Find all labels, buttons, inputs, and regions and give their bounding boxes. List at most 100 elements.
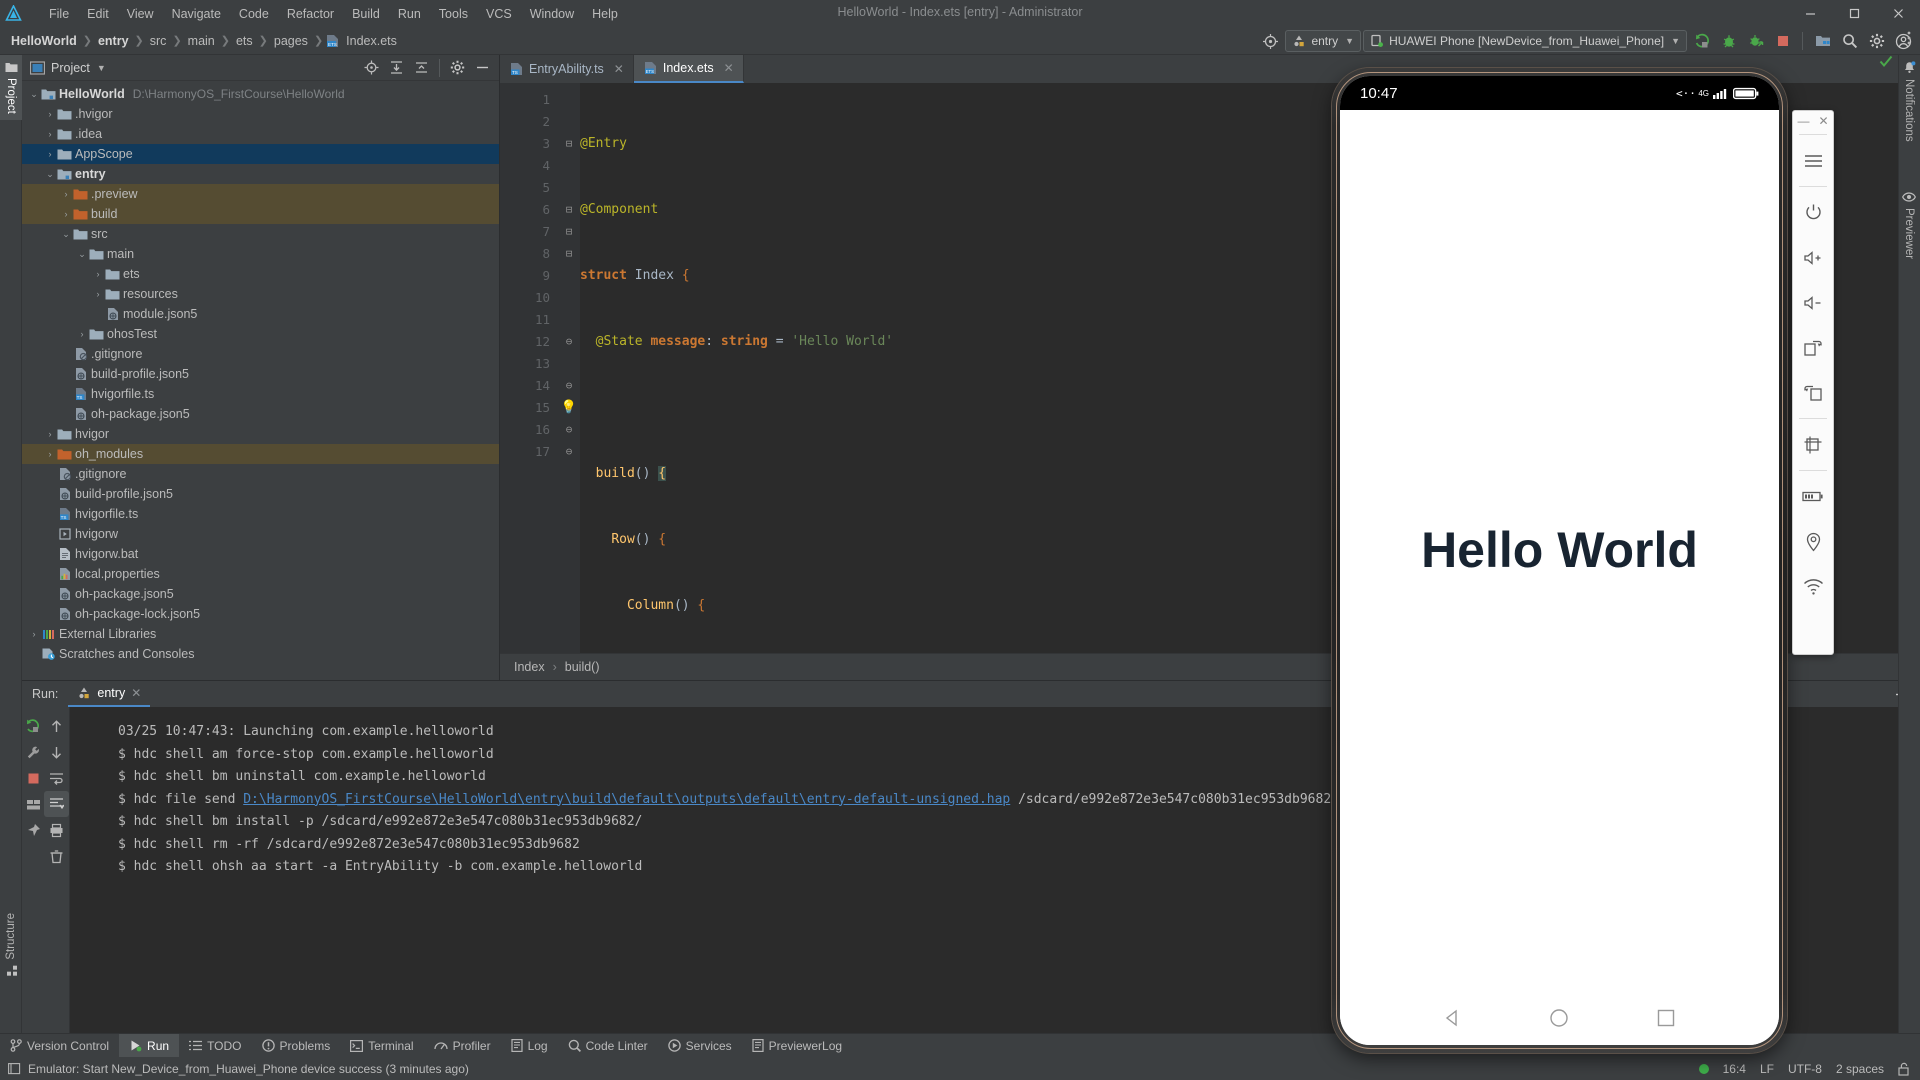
chevron-toggle-icon[interactable]: › — [76, 329, 88, 339]
close-icon[interactable]: ✕ — [614, 62, 624, 76]
hide-icon[interactable] — [470, 56, 495, 80]
close-button[interactable] — [1876, 0, 1920, 27]
chevron-toggle-icon[interactable]: ⌄ — [60, 229, 72, 240]
chevron-toggle-icon[interactable]: › — [44, 149, 56, 159]
battery-icon[interactable] — [1792, 474, 1834, 519]
sidebar-item-project[interactable]: Project — [0, 55, 22, 120]
search-icon[interactable] — [1837, 29, 1862, 53]
gear-icon[interactable] — [445, 56, 470, 80]
status-indicators[interactable]: 16:4 LF UTF-8 2 spaces — [1698, 1062, 1910, 1076]
tree-row-build[interactable]: › build — [22, 204, 499, 224]
attach-debugger-icon[interactable] — [1743, 29, 1768, 53]
tree-row-ets[interactable]: › ets — [22, 264, 499, 284]
tab-index-ets[interactable]: ETS Index.ets ✕ — [633, 55, 744, 83]
scroll-to-end-icon[interactable] — [44, 791, 69, 817]
editor-breadcrumb-index[interactable]: Index — [514, 660, 545, 674]
stop-icon[interactable] — [1770, 29, 1795, 53]
device-selector[interactable]: HUAWEI Phone [NewDevice_from_Huawei_Phon… — [1363, 30, 1687, 52]
tool-window-run[interactable]: Run — [119, 1033, 180, 1058]
tree-row-appscope[interactable]: › AppScope — [22, 144, 499, 164]
soft-wrap-icon[interactable] — [44, 765, 69, 791]
tab-entryability-ts[interactable]: TS EntryAbility.ts ✕ — [500, 55, 634, 83]
screenshot-icon[interactable] — [1792, 422, 1834, 467]
collapse-all-icon[interactable] — [409, 56, 434, 80]
chevron-toggle-icon[interactable]: › — [44, 129, 56, 139]
trash-icon[interactable] — [44, 843, 69, 869]
target-icon[interactable] — [1258, 29, 1283, 53]
tree-row-hvigorfile-ts[interactable]: TS hvigorfile.ts — [22, 384, 499, 404]
tree-row-helloworld[interactable]: ⌄ HelloWorld D:\HarmonyOS_FirstCourse\Hell… — [22, 84, 499, 104]
scroll-down-icon[interactable] — [44, 739, 69, 765]
status-message-area[interactable]: Emulator: Start New_Device_from_Huawei_P… — [8, 1062, 469, 1076]
rerun-icon[interactable] — [22, 713, 44, 739]
menu-window[interactable]: Window — [521, 4, 583, 24]
tree-row-local-properties[interactable]: local.properties — [22, 564, 499, 584]
menu-icon[interactable] — [1792, 138, 1834, 183]
fold-marker-end-column[interactable]: ⊖ — [558, 331, 580, 353]
recents-icon[interactable] — [1655, 1007, 1677, 1029]
tree-row-hvigorfile-ts[interactable]: TS hvigorfile.ts — [22, 504, 499, 524]
tool-window-profiler[interactable]: Profiler — [424, 1034, 501, 1058]
sidebar-item-notifications[interactable]: Notifications — [1898, 55, 1920, 148]
chevron-toggle-icon[interactable]: › — [92, 269, 104, 279]
menu-file[interactable]: File — [40, 4, 78, 24]
chevron-toggle-icon[interactable]: › — [28, 629, 40, 639]
more-options-icon[interactable] — [1898, 27, 1920, 49]
stop-icon[interactable] — [22, 765, 44, 791]
chevron-toggle-icon[interactable]: › — [44, 449, 56, 459]
chevron-toggle-icon[interactable]: › — [44, 429, 56, 439]
chevron-toggle-icon[interactable]: › — [92, 289, 104, 299]
phone-nav-bar[interactable] — [1340, 990, 1779, 1045]
rotate-right-icon[interactable] — [1792, 325, 1834, 370]
expand-all-icon[interactable] — [384, 56, 409, 80]
tree-row--preview[interactable]: › .preview — [22, 184, 499, 204]
breadcrumb-main[interactable]: main — [185, 33, 218, 49]
rotate-left-icon[interactable] — [1792, 370, 1834, 415]
intention-bulb-icon[interactable]: 💡 — [558, 397, 580, 419]
menu-tools[interactable]: Tools — [430, 4, 477, 24]
minimize-button[interactable] — [1788, 0, 1832, 27]
tree-row-ohostest[interactable]: › ohosTest — [22, 324, 499, 344]
unlocked-icon[interactable] — [1898, 1062, 1910, 1076]
tree-row-hvigorw-bat[interactable]: hvigorw.bat — [22, 544, 499, 564]
tree-row-entry[interactable]: ⌄ entry — [22, 164, 499, 184]
tree-row-build-profile-json5[interactable]: build-profile.json5 — [22, 484, 499, 504]
menu-code[interactable]: Code — [230, 4, 278, 24]
menu-vcs[interactable]: VCS — [477, 4, 521, 24]
run-tab-entry[interactable]: entry ✕ — [68, 681, 151, 707]
tree-row-oh-package-json5[interactable]: oh-package.json5 — [22, 584, 499, 604]
power-icon[interactable] — [1792, 190, 1834, 235]
tool-window-problems[interactable]: Problems — [252, 1034, 341, 1058]
sidebar-item-structure[interactable]: Structure — [0, 907, 22, 983]
caret-position[interactable]: 16:4 — [1723, 1062, 1746, 1076]
tree-row-hvigorw[interactable]: hvigorw — [22, 524, 499, 544]
fold-marker-end-row[interactable]: ⊖ — [558, 375, 580, 397]
locate-icon[interactable] — [359, 56, 384, 80]
tree-row-oh-modules[interactable]: › oh_modules — [22, 444, 499, 464]
editor-breadcrumb-build[interactable]: build() — [565, 660, 600, 674]
settings-wrench-icon[interactable] — [22, 739, 44, 765]
console-link[interactable]: D:\HarmonyOS_FirstCourse\HelloWorld\entr… — [243, 792, 1010, 807]
breadcrumb-src[interactable]: src — [147, 33, 170, 49]
chevron-toggle-icon[interactable]: › — [44, 109, 56, 119]
tool-window-log[interactable]: Log — [501, 1034, 558, 1058]
tool-window-services[interactable]: Services — [658, 1034, 742, 1058]
project-tree[interactable]: ⌄ HelloWorld D:\HarmonyOS_FirstCourse\Hell… — [22, 81, 499, 679]
gear-icon[interactable] — [1864, 29, 1889, 53]
breadcrumb[interactable]: HelloWorld ❯ entry ❯ src ❯ main ❯ ets ❯ … — [8, 33, 400, 49]
chevron-down-icon[interactable]: ▼ — [97, 63, 106, 73]
tree-row-scratches-and-consoles[interactable]: Scratches and Consoles — [22, 644, 499, 664]
tree-row-hvigor[interactable]: › hvigor — [22, 424, 499, 444]
breadcrumb-pages[interactable]: pages — [271, 33, 311, 49]
breadcrumb-entry[interactable]: entry — [95, 33, 132, 49]
window-controls[interactable] — [1788, 0, 1920, 27]
fold-marker-row[interactable]: ⊟ — [558, 221, 580, 243]
tree-row-oh-package-json5[interactable]: oh-package.json5 — [22, 404, 499, 424]
print-icon[interactable] — [44, 817, 69, 843]
tree-row-module-json5[interactable]: module.json5 — [22, 304, 499, 324]
tree-row-external-libraries[interactable]: › External Libraries — [22, 624, 499, 644]
chevron-toggle-icon[interactable]: › — [60, 209, 72, 219]
tree-row-oh-package-lock-json5[interactable]: oh-package-lock.json5 — [22, 604, 499, 624]
debug-icon[interactable] — [1716, 29, 1741, 53]
wifi-icon[interactable] — [1792, 564, 1834, 609]
